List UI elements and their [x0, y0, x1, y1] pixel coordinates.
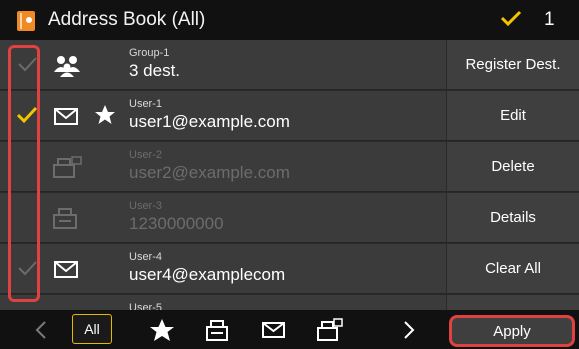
selected-count: 1	[544, 9, 555, 30]
favorite-star-icon	[95, 105, 115, 124]
address-book-screen: Address Book (All) 1 Group-1 3 dest. Use…	[0, 0, 579, 349]
ifax-filter-icon[interactable]	[316, 318, 344, 342]
email-filter-icon[interactable]	[260, 318, 288, 342]
page-title: Address Book (All)	[48, 9, 206, 30]
tab-all[interactable]: All	[72, 314, 112, 344]
side-panel-filler	[447, 295, 579, 310]
destination-list: Group-1 3 dest. User-1 user1@example.com	[0, 40, 446, 310]
entry-name: User-1	[129, 98, 163, 110]
address-book-icon	[17, 11, 35, 31]
register-dest-button[interactable]: Register Dest.	[447, 40, 579, 90]
entry-destination: 3 dest.	[129, 61, 181, 80]
list-item[interactable]: User-1 user1@example.com	[0, 91, 446, 141]
entry-destination: user2@example.com	[129, 163, 290, 182]
list-item[interactable]: User-5	[0, 295, 446, 310]
apply-button[interactable]: Apply	[449, 315, 575, 347]
title-bar: Address Book (All) 1	[0, 0, 579, 40]
entry-destination: 1230000000	[129, 214, 224, 233]
selected-check-icon	[500, 10, 522, 27]
list-item[interactable]: User-3 1230000000	[0, 193, 446, 243]
entry-name: User-5	[129, 302, 163, 310]
list-item[interactable]: User-2 user2@example.com	[0, 142, 446, 192]
group-icon	[54, 56, 80, 77]
edit-button[interactable]: Edit	[447, 91, 579, 141]
ifax-icon	[53, 156, 82, 178]
list-item[interactable]: User-4 user4@examplecom	[0, 244, 446, 294]
delete-button[interactable]: Delete	[447, 142, 579, 192]
entry-name: User-4	[129, 251, 163, 263]
entry-destination: user4@examplecom	[129, 265, 286, 284]
entry-name: User-2	[129, 149, 163, 161]
favorites-star-icon[interactable]	[148, 318, 176, 342]
entry-destination: user1@example.com	[129, 112, 290, 131]
email-icon	[54, 108, 78, 125]
checkbox-column-highlight	[8, 45, 40, 302]
fax-icon	[53, 208, 77, 229]
list-item[interactable]: Group-1 3 dest.	[0, 40, 446, 90]
prev-arrow-icon[interactable]	[30, 318, 54, 342]
details-button[interactable]: Details	[447, 193, 579, 243]
entry-name: Group-1	[129, 47, 170, 59]
email-icon	[54, 261, 78, 278]
next-arrow-icon[interactable]	[396, 318, 420, 342]
clear-all-button[interactable]: Clear All	[447, 244, 579, 294]
fax-filter-icon[interactable]	[204, 318, 232, 342]
entry-name: User-3	[129, 200, 163, 212]
